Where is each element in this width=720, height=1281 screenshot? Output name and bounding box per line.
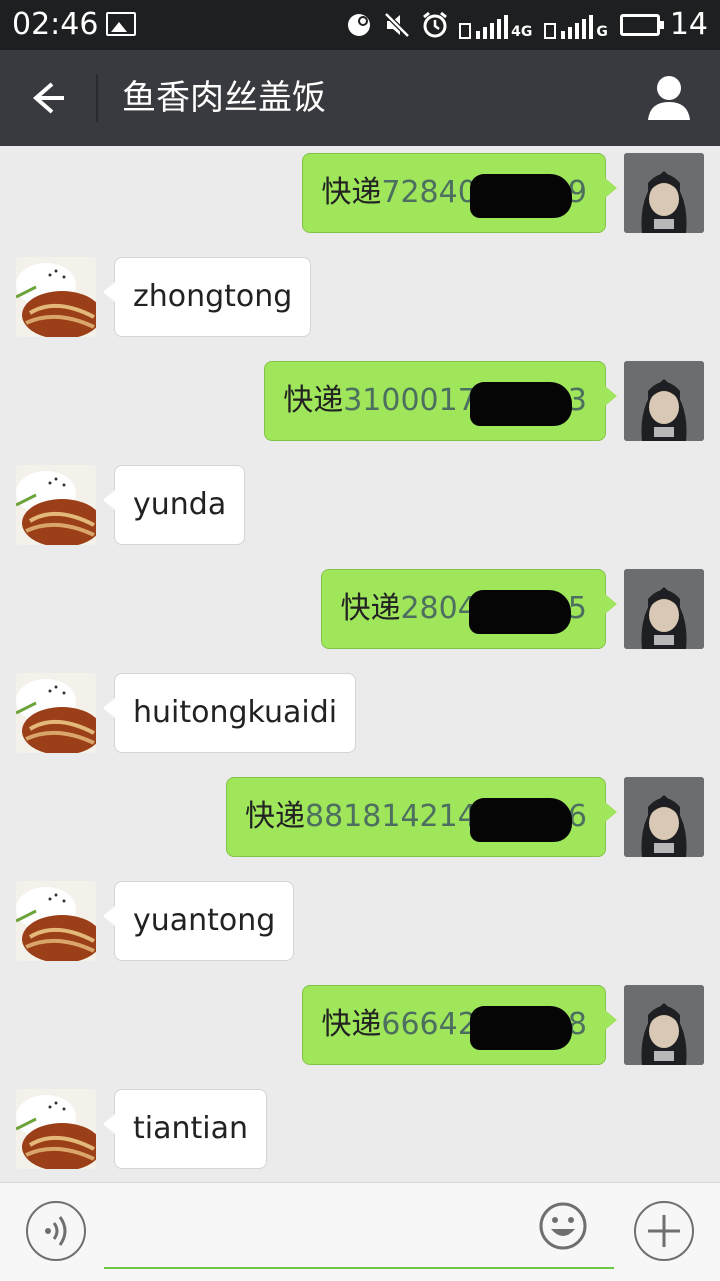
user-photo-icon [624,153,704,233]
alarm-icon [423,11,448,38]
my-avatar[interactable] [624,361,704,441]
my-avatar[interactable] [624,985,704,1065]
profile-icon [648,76,690,120]
food-photo-icon [16,881,96,961]
message-prefix: 快递 [321,175,382,210]
status-bar: 02:46 4G G 14 [0,0,720,50]
user-photo-icon [624,361,704,441]
emoji-icon [539,1202,587,1250]
message-prefix: 快递 [321,1007,382,1042]
emoji-button[interactable] [538,1201,588,1251]
message-row-sent: 快递666423 8 [0,985,720,1065]
mute-icon [384,12,410,38]
voice-button[interactable] [26,1201,86,1261]
user-photo-icon [624,777,704,857]
food-photo-icon [16,673,96,753]
my-avatar[interactable] [624,153,704,233]
message-bubble[interactable]: 快递8818142147 6 [226,777,617,857]
status-time: 02:46 [12,7,99,42]
plus-button[interactable] [634,1201,694,1261]
tracking-number: 8818142147 [305,799,496,834]
plus-icon [648,1215,680,1247]
redaction-mark [470,382,573,426]
food-photo-icon [16,465,96,545]
signal-icon-2: G [544,11,610,39]
message-row-received: yuantong [0,881,720,961]
network-label-1: 4G [511,24,533,40]
message-row-received: tiantian [0,1089,720,1169]
title-divider [96,74,98,122]
chat-title: 鱼香肉丝盖饭 [122,78,326,118]
voice-icon [45,1216,67,1246]
message-bubble[interactable]: 快递666423 8 [302,985,617,1065]
status-icons: 4G G 14 [345,6,708,44]
contact-avatar[interactable] [16,1089,96,1169]
message-text: tiantian [133,1111,248,1146]
message-row-sent: 快递8818142147 6 [0,777,720,857]
contact-avatar[interactable] [16,465,96,545]
message-row-sent: 快递31000179 3 [0,361,720,441]
my-avatar[interactable] [624,569,704,649]
message-prefix: 快递 [340,591,401,626]
message-bubble[interactable]: yuantong [102,881,295,961]
profile-button[interactable] [644,72,694,124]
title-bar: 鱼香肉丝盖饭 [0,50,720,146]
message-row-sent: 快递728405 9 [0,153,720,233]
message-bubble[interactable]: tiantian [103,1089,267,1169]
back-button[interactable] [18,70,78,126]
user-photo-icon [624,985,704,1065]
redaction-mark [469,590,572,634]
message-row-received: huitongkuaidi [0,673,720,753]
back-arrow-icon [32,82,64,114]
message-text: yuantong [133,903,276,938]
contact-avatar[interactable] [16,257,96,337]
battery-level: 14 [669,7,708,42]
redaction-mark [470,174,573,218]
contact-avatar[interactable] [16,881,96,961]
redaction-mark [470,1006,573,1050]
message-row-received: zhongtong [0,257,720,337]
message-bubble[interactable]: zhongtong [102,257,312,337]
message-row-received: yunda [0,465,720,545]
headset-icon [348,14,371,36]
my-avatar[interactable] [624,777,704,857]
message-text: zhongtong [133,279,293,314]
message-prefix: 快递 [283,383,344,418]
battery-icon [619,14,664,36]
message-bubble[interactable]: 快递31000179 3 [264,361,617,441]
user-photo-icon [624,569,704,649]
chat-list[interactable]: 快递728405 9 zhongtong 快递31000179 3 yunda 快递2804… [0,146,720,1182]
message-bubble[interactable]: yunda [102,465,246,545]
message-bubble[interactable]: 快递728405 9 [302,153,617,233]
food-photo-icon [16,257,96,337]
message-row-sent: 快递28047 5 [0,569,720,649]
input-bar [0,1182,720,1281]
message-bubble[interactable]: huitongkuaidi [102,673,357,753]
network-label-2: G [596,24,608,40]
signal-icon: 4G [459,11,534,39]
message-prefix: 快递 [245,799,306,834]
message-text: yunda [133,487,227,522]
message-bubble[interactable]: 快递28047 5 [321,569,617,649]
message-text: huitongkuaidi [133,695,338,730]
image-icon [106,12,136,36]
redaction-mark [470,798,573,842]
food-photo-icon [16,1089,96,1169]
contact-avatar[interactable] [16,673,96,753]
